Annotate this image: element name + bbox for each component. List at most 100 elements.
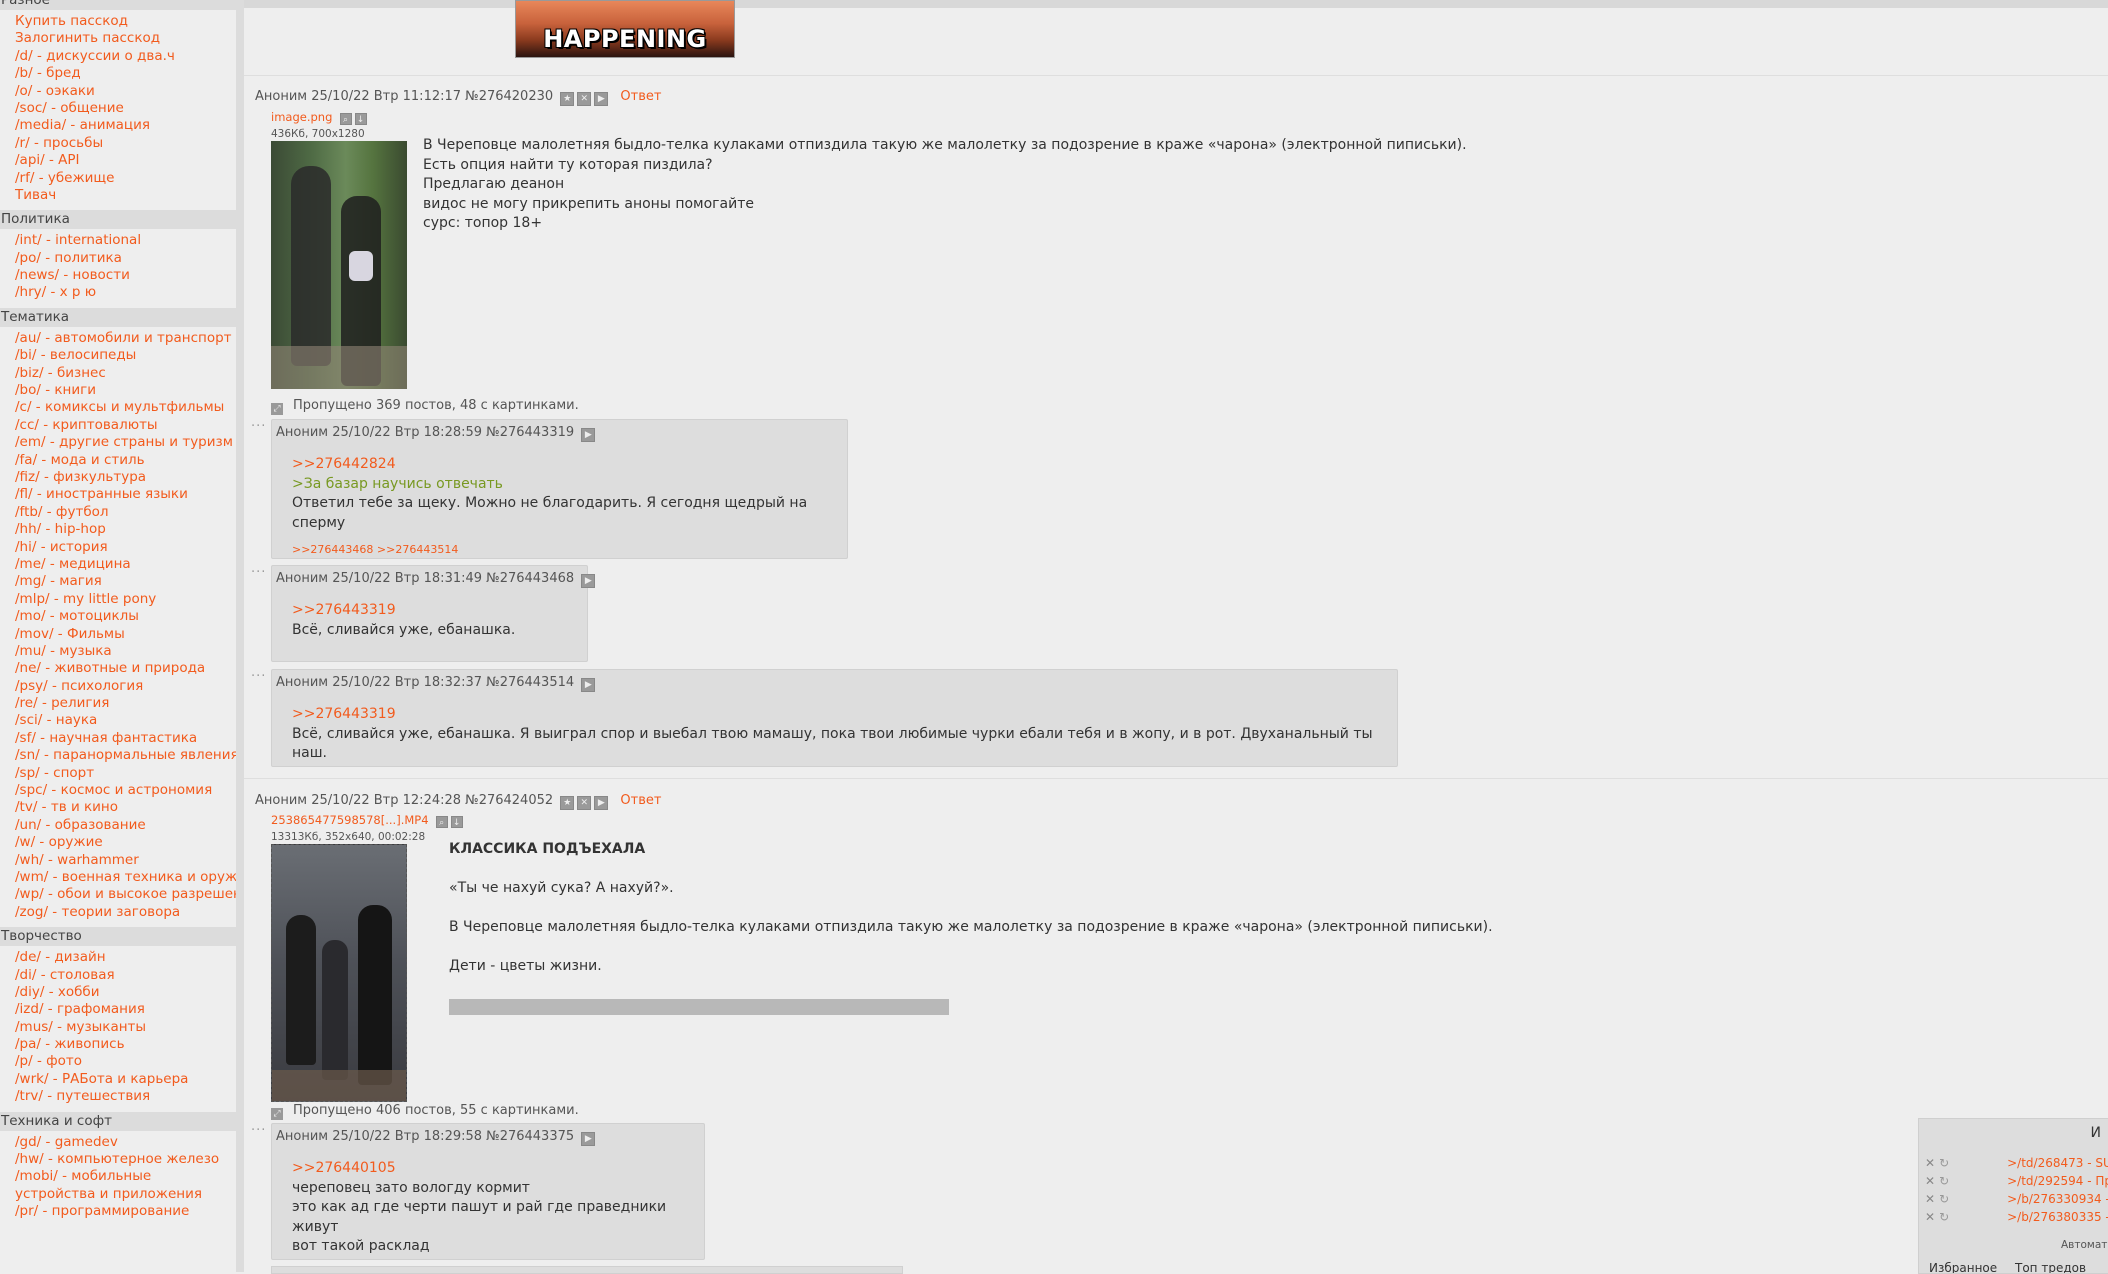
- favorite-icon[interactable]: ★: [560, 92, 575, 106]
- sidebar-board-link[interactable]: /mlp/ - my little pony: [0, 591, 236, 608]
- sidebar-board-link[interactable]: /di/ - столовая: [0, 967, 236, 984]
- sidebar-board-link[interactable]: /hry/ - х р ю: [0, 284, 236, 301]
- reply-ref-link[interactable]: >>276442824: [292, 455, 827, 475]
- sidebar-board-link[interactable]: /re/ - религия: [0, 695, 236, 712]
- sidebar-board-link[interactable]: /w/ - оружие: [0, 834, 236, 851]
- sidebar-board-link[interactable]: /wm/ - военная техника и оружие: [0, 869, 236, 886]
- post-number[interactable]: №276443468: [486, 571, 574, 586]
- sidebar-board-link[interactable]: /sci/ - наука: [0, 712, 236, 729]
- sidebar-board-link[interactable]: /spc/ - космос и астрономия: [0, 782, 236, 799]
- widget-auto-label[interactable]: Автоматически с: [2061, 1239, 2108, 1251]
- sidebar-board-link[interactable]: /sn/ - паранормальные явления: [0, 747, 236, 764]
- sidebar-section-title[interactable]: Техника и софт: [0, 1111, 236, 1131]
- spoiler-block[interactable]: [449, 998, 949, 1015]
- reply-link[interactable]: Ответ: [620, 793, 661, 808]
- widget-thread-link[interactable]: >/b/276380335 -: [2007, 1210, 2108, 1224]
- sidebar-board-link[interactable]: /po/ - политика: [0, 250, 236, 267]
- skipped-posts[interactable]: ⤢ Пропущено 406 постов, 55 с картинками.: [271, 1102, 579, 1120]
- sidebar-board-link[interactable]: /soc/ - общение: [0, 100, 236, 117]
- post-number[interactable]: №276443514: [486, 675, 574, 690]
- sidebar-board-link[interactable]: /de/ - дизайн: [0, 949, 236, 966]
- sidebar-section-title[interactable]: Разное: [0, 0, 236, 10]
- happening-image[interactable]: HAPPENING: [515, 0, 735, 58]
- reply-ref-link[interactable]: >>276443319: [292, 705, 1377, 725]
- sidebar-board-link[interactable]: /zog/ - теории заговора: [0, 904, 236, 921]
- sidebar-board-link[interactable]: Залогинить пасскод: [0, 30, 236, 47]
- reply-link[interactable]: Ответ: [620, 89, 661, 104]
- sidebar-board-link[interactable]: /tv/ - тв и кино: [0, 799, 236, 816]
- hide-icon[interactable]: ✕: [577, 92, 592, 106]
- sidebar-board-link[interactable]: /bi/ - велосипеды: [0, 347, 236, 364]
- expand-icon[interactable]: ▶: [594, 92, 609, 106]
- op-thumbnail[interactable]: [271, 141, 407, 389]
- sidebar-board-link[interactable]: /hi/ - история: [0, 539, 236, 556]
- refresh-icon[interactable]: ↻: [1939, 1156, 1949, 1170]
- sidebar-board-link[interactable]: /un/ - образование: [0, 817, 236, 834]
- file-name-link[interactable]: 253865477598578[...].MP4: [271, 813, 429, 827]
- sidebar-board-link[interactable]: /em/ - другие страны и туризм: [0, 434, 236, 451]
- sidebar-board-link[interactable]: /mobi/ - мобильные устройства и приложен…: [0, 1168, 236, 1203]
- widget-thread-link[interactable]: >/td/292594 - Пр: [2007, 1174, 2108, 1188]
- search-image-icon[interactable]: ⌕: [339, 113, 352, 125]
- sidebar-board-link[interactable]: /pr/ - программирование: [0, 1203, 236, 1220]
- refresh-icon[interactable]: ↻: [1939, 1192, 1949, 1206]
- sidebar-board-link[interactable]: /ne/ - животные и природа: [0, 660, 236, 677]
- sidebar-board-link[interactable]: /gd/ - gamedev: [0, 1134, 236, 1151]
- sidebar-section-title[interactable]: Творчество: [0, 927, 236, 947]
- sidebar-board-link[interactable]: /mov/ - Фильмы: [0, 626, 236, 643]
- hide-icon[interactable]: ✕: [577, 796, 592, 810]
- sidebar-board-link[interactable]: /mo/ - мотоциклы: [0, 608, 236, 625]
- expand-thread-icon[interactable]: ⤢: [271, 403, 283, 415]
- sidebar-board-link[interactable]: /izd/ - графомания: [0, 1001, 236, 1018]
- post-number[interactable]: №276443375: [486, 1129, 574, 1144]
- sidebar-board-link[interactable]: Тивач: [0, 187, 236, 204]
- sidebar-board-link[interactable]: /ftb/ - футбол: [0, 504, 236, 521]
- sidebar-board-link[interactable]: /diy/ - хобби: [0, 984, 236, 1001]
- sidebar-board-link[interactable]: /mus/ - музыканты: [0, 1019, 236, 1036]
- sidebar-board-link[interactable]: /au/ - автомобили и транспорт: [0, 330, 236, 347]
- tab-top-threads[interactable]: Топ тредов: [2015, 1261, 2086, 1273]
- download-icon[interactable]: ↓: [354, 113, 367, 125]
- sidebar-board-link[interactable]: /media/ - анимация: [0, 117, 236, 134]
- expand-icon[interactable]: ▶: [581, 574, 596, 588]
- sidebar-section-title[interactable]: Тематика: [0, 307, 236, 327]
- sidebar-board-link[interactable]: /wrk/ - РАБота и карьера: [0, 1071, 236, 1088]
- expand-icon[interactable]: ▶: [581, 678, 596, 692]
- widget-thread-link[interactable]: >/b/276330934 -: [2007, 1192, 2108, 1206]
- tab-favorites[interactable]: Избранное: [1929, 1261, 1997, 1273]
- file-name-link[interactable]: image.png: [271, 110, 332, 124]
- sidebar-board-link[interactable]: /o/ - оэкаки: [0, 83, 236, 100]
- post-number[interactable]: №276420230: [465, 89, 553, 104]
- remove-icon[interactable]: ✕: [1925, 1174, 1935, 1188]
- remove-icon[interactable]: ✕: [1925, 1210, 1935, 1224]
- download-icon[interactable]: ↓: [450, 816, 463, 828]
- sidebar-board-link[interactable]: /mu/ - музыка: [0, 643, 236, 660]
- remove-icon[interactable]: ✕: [1925, 1192, 1935, 1206]
- sidebar-board-link[interactable]: /sf/ - научная фантастика: [0, 730, 236, 747]
- sidebar-board-link[interactable]: /hw/ - компьютерное железо: [0, 1151, 236, 1168]
- sidebar-board-link[interactable]: /d/ - дискуссии о два.ч: [0, 48, 236, 65]
- sidebar-section-title[interactable]: Политика: [0, 210, 236, 230]
- sidebar-board-link[interactable]: Купить пасскод: [0, 13, 236, 30]
- sidebar-board-link[interactable]: /fa/ - мода и стиль: [0, 452, 236, 469]
- sidebar-board-link[interactable]: /fiz/ - физкультура: [0, 469, 236, 486]
- sidebar-board-link[interactable]: /hh/ - hip-hop: [0, 521, 236, 538]
- refresh-icon[interactable]: ↻: [1939, 1174, 1949, 1188]
- expand-icon[interactable]: ▶: [594, 796, 609, 810]
- sidebar-board-link[interactable]: /wh/ - warhammer: [0, 852, 236, 869]
- favorite-icon[interactable]: ★: [560, 796, 575, 810]
- search-image-icon[interactable]: ⌕: [435, 816, 448, 828]
- sidebar-board-link[interactable]: /wp/ - обои и высокое разрешение: [0, 886, 236, 903]
- reply-ref-link[interactable]: >>276443319: [292, 601, 567, 621]
- expand-thread-icon[interactable]: ⤢: [271, 1108, 283, 1120]
- sidebar-board-link[interactable]: /fl/ - иностранные языки: [0, 486, 236, 503]
- sidebar-board-link[interactable]: /pa/ - живопись: [0, 1036, 236, 1053]
- refresh-icon[interactable]: ↻: [1939, 1210, 1949, 1224]
- sidebar-board-link[interactable]: /b/ - бред: [0, 65, 236, 82]
- sidebar-board-link[interactable]: /p/ - фото: [0, 1053, 236, 1070]
- expand-icon[interactable]: ▶: [581, 428, 596, 442]
- expand-icon[interactable]: ▶: [581, 1132, 596, 1146]
- sidebar-board-link[interactable]: /int/ - international: [0, 232, 236, 249]
- remove-icon[interactable]: ✕: [1925, 1156, 1935, 1170]
- reply-ref-link[interactable]: >>276440105: [292, 1159, 684, 1179]
